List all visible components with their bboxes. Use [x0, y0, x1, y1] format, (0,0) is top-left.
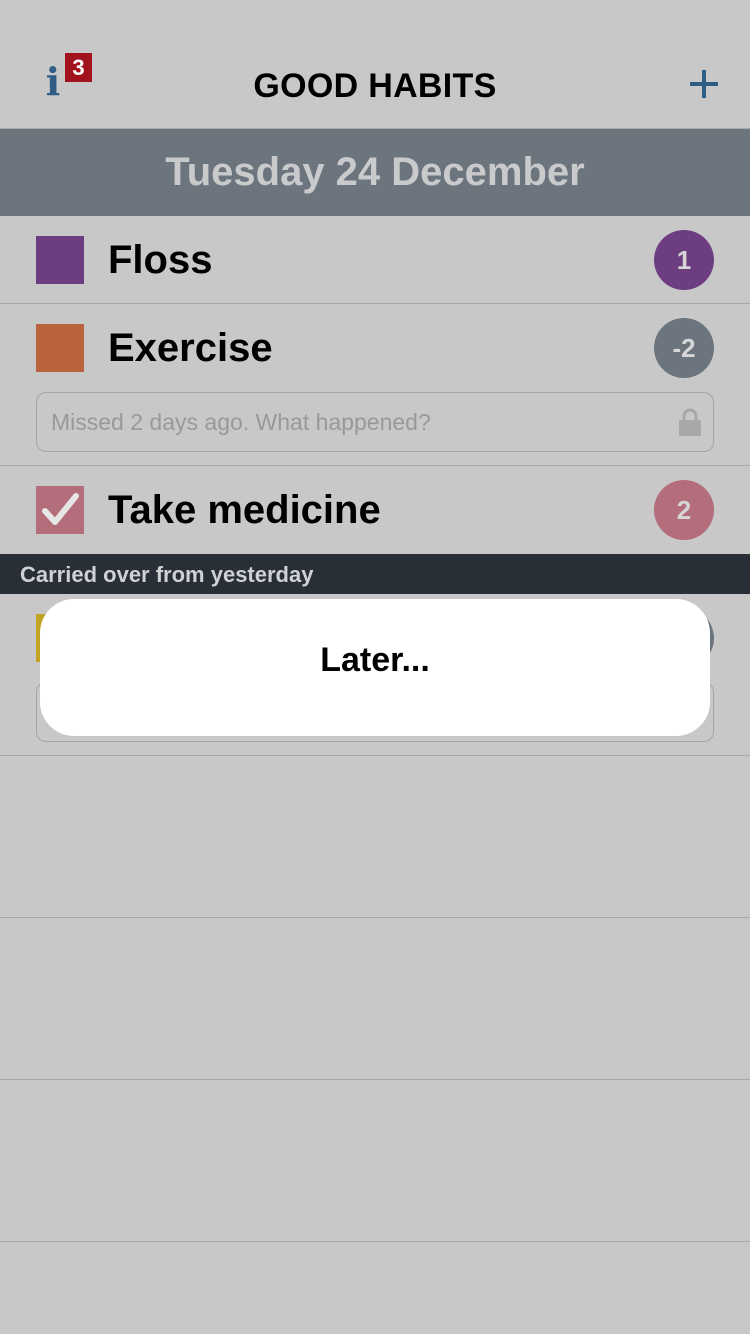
page-title: GOOD HABITS — [253, 67, 497, 105]
plus-icon[interactable] — [680, 60, 728, 108]
empty-row — [0, 756, 750, 918]
popup-label: Later... — [320, 641, 430, 679]
habit-name: Take medicine — [108, 488, 381, 532]
section-header: Carried over from yesterday — [0, 554, 750, 594]
nav-bar: i 3 GOOD HABITS — [0, 0, 750, 129]
checkmark-icon — [42, 493, 79, 525]
later-popup[interactable]: Later... — [40, 599, 710, 736]
habit-checkbox[interactable] — [36, 486, 84, 534]
streak-badge: -2 — [654, 318, 714, 378]
date-header: Tuesday 24 December — [0, 129, 750, 216]
empty-row — [0, 918, 750, 1080]
empty-row — [0, 1080, 750, 1242]
habit-name: Floss — [108, 238, 213, 282]
habit-checkbox[interactable] — [36, 236, 84, 284]
habit-checkbox[interactable] — [36, 324, 84, 372]
streak-badge: 1 — [654, 230, 714, 290]
habit-row-floss[interactable]: Floss 1 — [0, 216, 750, 304]
streak-badge: 2 — [654, 480, 714, 540]
note-field[interactable]: Missed 2 days ago. What happened? — [36, 392, 714, 452]
habit-row-take-medicine[interactable]: Take medicine 2 — [0, 466, 750, 554]
lock-icon — [679, 408, 701, 436]
habit-name: Exercise — [108, 326, 273, 370]
habit-row-exercise[interactable]: Exercise -2 Missed 2 days ago. What happ… — [0, 304, 750, 466]
note-placeholder: Missed 2 days ago. What happened? — [51, 409, 431, 435]
